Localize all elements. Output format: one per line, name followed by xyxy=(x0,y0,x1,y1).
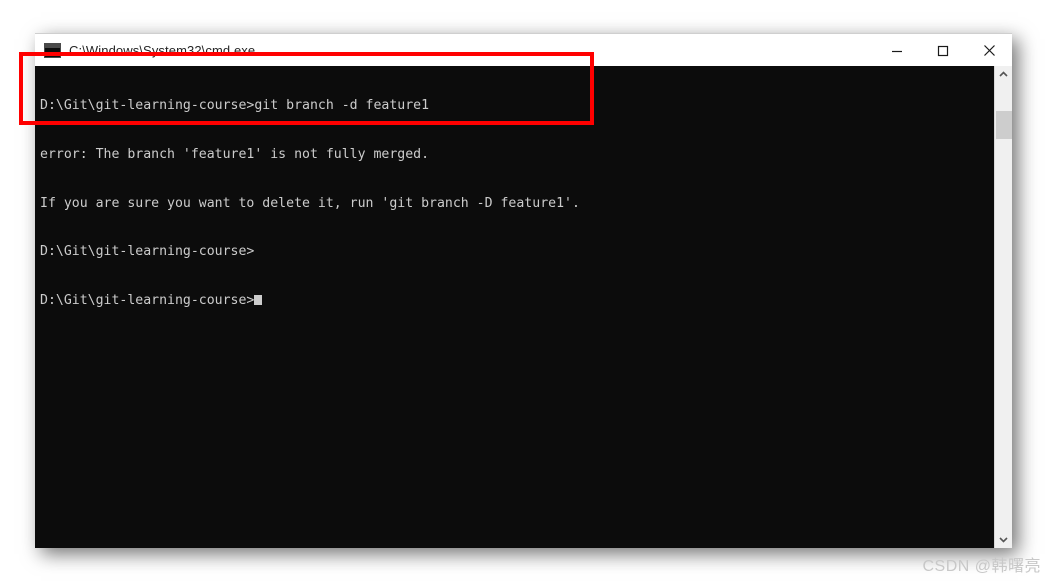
window-controls xyxy=(874,34,1012,67)
title-bar[interactable]: C:\Windows\System32\cmd.exe xyxy=(35,33,1012,67)
cmd-console-window[interactable]: C:\Windows\System32\cmd.exe D:\Git\git-l… xyxy=(35,33,1012,548)
console-prompt-line: D:\Git\git-learning-course> xyxy=(40,293,580,309)
chevron-up-icon xyxy=(999,71,1008,77)
console-output-area[interactable]: D:\Git\git-learning-course>git branch -d… xyxy=(35,66,1012,548)
close-button[interactable] xyxy=(966,34,1012,67)
scrollbar-thumb[interactable] xyxy=(996,111,1012,139)
console-text-block: D:\Git\git-learning-course>git branch -d… xyxy=(40,66,580,341)
console-line: error: The branch 'feature1' is not full… xyxy=(40,147,430,162)
scrollbar-track[interactable] xyxy=(995,83,1012,531)
console-line: If you are sure you want to delete it, r… xyxy=(40,195,580,211)
scrollbar-up-button[interactable] xyxy=(995,66,1012,83)
close-icon xyxy=(983,45,995,56)
window-title: C:\Windows\System32\cmd.exe xyxy=(69,42,256,58)
console-scrollbar[interactable] xyxy=(994,66,1012,548)
watermark-text: CSDN @韩曙亮 xyxy=(922,558,1041,575)
console-cursor xyxy=(254,294,263,305)
chevron-down-icon xyxy=(999,537,1008,543)
console-line: D:\Git\git-learning-course> xyxy=(40,244,255,260)
console-prompt-text: D:\Git\git-learning-course> xyxy=(40,292,255,308)
console-line: D:\Git\git-learning-course>git branch -d… xyxy=(40,98,430,114)
maximize-button[interactable] xyxy=(920,34,966,67)
scrollbar-down-button[interactable] xyxy=(995,531,1012,548)
minimize-icon xyxy=(892,50,902,52)
minimize-button[interactable] xyxy=(874,34,920,67)
maximize-icon xyxy=(937,45,949,56)
console-window-icon xyxy=(44,42,61,58)
